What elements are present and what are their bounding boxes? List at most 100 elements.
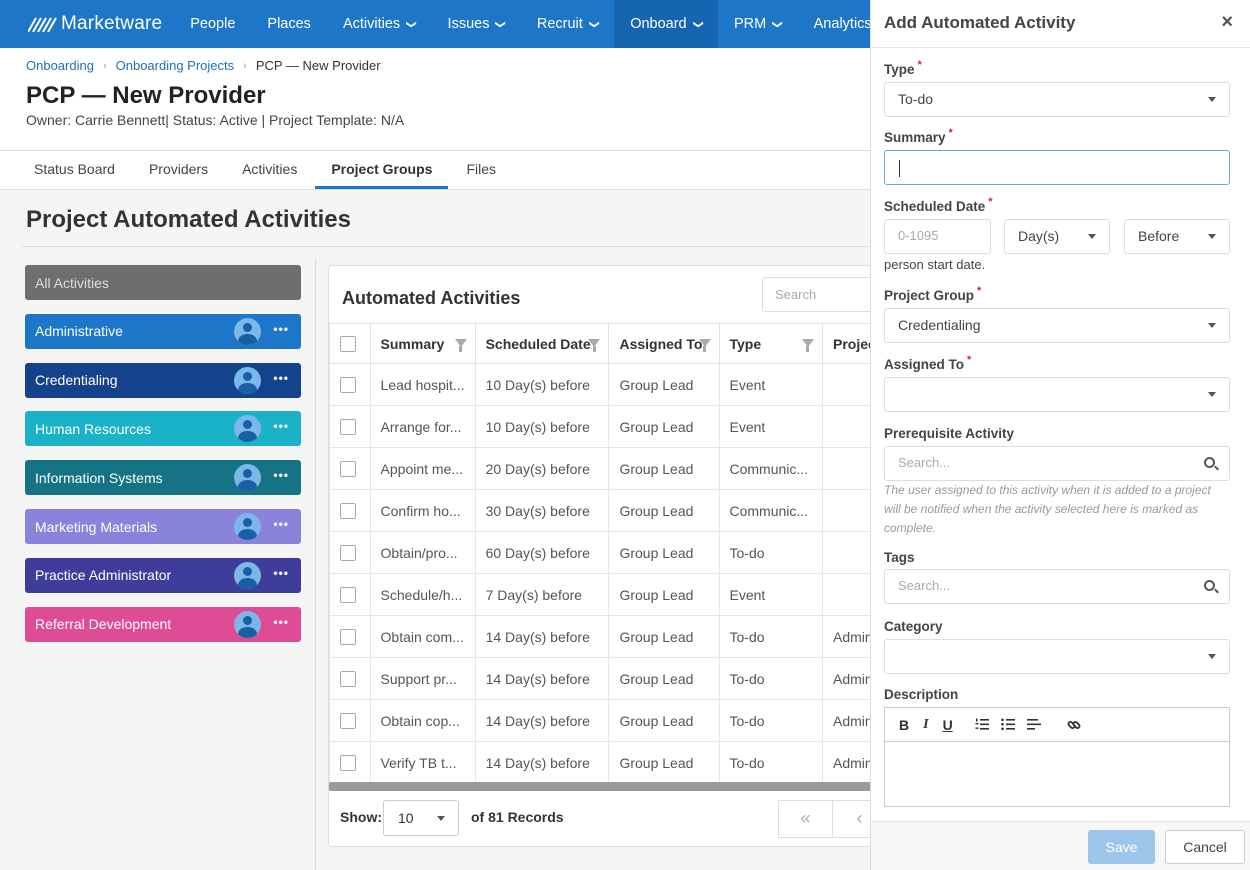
first-page-button[interactable]: « (778, 800, 833, 838)
assigned-to-select[interactable] (884, 377, 1230, 412)
nav-item-recruit[interactable]: Recruit ❯ (521, 0, 614, 48)
brand-logo[interactable]: Marketware (28, 13, 162, 35)
table-row[interactable]: Verify TB t... 14 Day(s) before Group Lead… (329, 741, 887, 784)
nav-item-issues[interactable]: Issues ❯ (432, 0, 521, 48)
nav-item-prm[interactable]: PRM ❯ (718, 0, 798, 48)
row-checkbox[interactable] (340, 502, 356, 519)
italic-icon[interactable]: I (923, 717, 928, 733)
table-cell: Appoint me... (369, 447, 476, 490)
divider (22, 246, 870, 247)
table-row[interactable]: Appoint me... 20 Day(s) before Group Lead C… (329, 447, 887, 490)
table-cell: 10 Day(s) before (474, 405, 610, 448)
tab-providers[interactable]: Providers (133, 151, 224, 189)
nav-item-places[interactable]: Places (251, 0, 327, 48)
group-practice-administrator[interactable]: Practice Administrator ••• (25, 557, 301, 593)
tab-status-board[interactable]: Status Board (18, 151, 131, 189)
show-label: Show: (340, 809, 382, 825)
link-icon[interactable] (1067, 718, 1081, 732)
table-row[interactable]: Confirm ho... 30 Day(s) before Group Lead C… (329, 489, 887, 532)
scheduled-helper: person start date. (884, 257, 986, 272)
row-checkbox[interactable] (340, 418, 356, 435)
activities-table: Summary Scheduled Date Assigned To Type … (329, 323, 887, 784)
align-left-icon[interactable] (1026, 718, 1041, 731)
table-row[interactable]: Obtain cop... 14 Day(s) before Group Lead T… (329, 699, 887, 742)
group-information-systems[interactable]: Information Systems ••• (25, 460, 301, 496)
table-cell: Event (718, 405, 823, 448)
filter-icon[interactable] (698, 339, 711, 352)
breadcrumb-onboarding-projects[interactable]: Onboarding Projects (116, 58, 235, 73)
project-group-select[interactable]: Credentialing (884, 308, 1230, 343)
row-checkbox[interactable] (340, 460, 356, 477)
tags-label: Tags (884, 550, 915, 565)
bullet-list-icon[interactable] (1000, 718, 1015, 731)
row-checkbox[interactable] (340, 586, 356, 603)
description-editor[interactable]: B I U (884, 707, 1230, 807)
ordered-list-icon[interactable] (975, 718, 989, 731)
more-options-icon[interactable]: ••• (273, 419, 289, 433)
chevron-down-icon: ❯ (495, 19, 507, 29)
group-marketing-materials[interactable]: Marketing Materials ••• (25, 509, 301, 544)
nav-item-onboard[interactable]: Onboard ❯ (614, 0, 719, 48)
filter-icon[interactable] (801, 339, 814, 352)
table-row[interactable]: Obtain/pro... 60 Day(s) before Group Lead T… (329, 531, 887, 574)
more-options-icon[interactable]: ••• (273, 566, 289, 580)
tags-search-input[interactable]: Search... (884, 569, 1230, 604)
table-cell: To-do (718, 657, 823, 700)
row-checkbox[interactable] (340, 670, 356, 687)
group-referral-development[interactable]: Referral Development ••• (25, 606, 301, 642)
filter-icon[interactable] (454, 339, 467, 352)
scrollbar-thumb[interactable] (329, 782, 871, 791)
prerequisite-search-input[interactable]: Search... (884, 446, 1230, 481)
table-row[interactable]: Lead hospit... 10 Day(s) before Group Lead… (329, 363, 887, 406)
avatar-icon (234, 366, 261, 394)
table-row[interactable]: Arrange for... 10 Day(s) before Group Lead… (329, 405, 887, 448)
filter-icon[interactable] (588, 339, 601, 352)
scheduled-days-input[interactable]: 0-1095 (884, 219, 991, 254)
type-select[interactable]: To-do (884, 82, 1230, 117)
close-icon[interactable]: × (1221, 11, 1233, 34)
cancel-button[interactable]: Cancel (1165, 830, 1245, 864)
group-all-activities[interactable]: All Activities (25, 265, 301, 300)
more-options-icon[interactable]: ••• (273, 517, 289, 531)
page-size-select[interactable]: 10 (383, 800, 459, 836)
table-row[interactable]: Schedule/h... 7 Day(s) before Group Lead Ev… (329, 573, 887, 616)
table-cell: Group Lead (608, 531, 720, 574)
more-options-icon[interactable]: ••• (273, 615, 289, 629)
before-after-select[interactable]: Before (1124, 219, 1230, 254)
column-scheduled-date[interactable]: Scheduled Date (474, 323, 610, 364)
underline-icon[interactable]: U (943, 717, 953, 733)
row-checkbox[interactable] (340, 376, 356, 393)
tab-files[interactable]: Files (450, 151, 512, 189)
group-credentialing[interactable]: Credentialing ••• (25, 362, 301, 398)
group-administrative[interactable]: Administrative ••• (25, 313, 301, 349)
row-checkbox[interactable] (340, 544, 356, 561)
more-options-icon[interactable]: ••• (273, 322, 289, 336)
row-checkbox[interactable] (340, 712, 356, 729)
row-select-cell (329, 363, 371, 406)
row-checkbox[interactable] (340, 628, 356, 645)
table-cell: Group Lead (608, 573, 720, 616)
column-assigned-to[interactable]: Assigned To (608, 323, 720, 364)
table-row[interactable]: Support pr... 14 Day(s) before Group Lead T… (329, 657, 887, 700)
select-all-checkbox[interactable] (340, 335, 356, 352)
summary-input[interactable] (884, 150, 1230, 185)
time-unit-select[interactable]: Day(s) (1004, 219, 1110, 254)
bold-icon[interactable]: B (899, 717, 909, 733)
category-select[interactable] (884, 639, 1230, 674)
nav-item-people[interactable]: People (174, 0, 251, 48)
table-cell: 14 Day(s) before (474, 699, 610, 742)
table-row[interactable]: Obtain com... 14 Day(s) before Group Lead T… (329, 615, 887, 658)
group-human-resources[interactable]: Human Resources ••• (25, 411, 301, 447)
more-options-icon[interactable]: ••• (273, 468, 289, 482)
row-checkbox[interactable] (340, 754, 356, 771)
more-options-icon[interactable]: ••• (273, 371, 289, 385)
save-button[interactable]: Save (1088, 830, 1155, 864)
tab-project-groups[interactable]: Project Groups (315, 151, 449, 189)
group-label: Credentialing (35, 372, 118, 389)
breadcrumb-onboarding[interactable]: Onboarding (26, 58, 94, 73)
horizontal-scrollbar[interactable] (329, 782, 887, 791)
nav-item-activities[interactable]: Activities ❯ (327, 0, 432, 48)
column-type[interactable]: Type (718, 323, 823, 364)
column-summary[interactable]: Summary (369, 323, 476, 364)
tab-activities[interactable]: Activities (226, 151, 313, 189)
